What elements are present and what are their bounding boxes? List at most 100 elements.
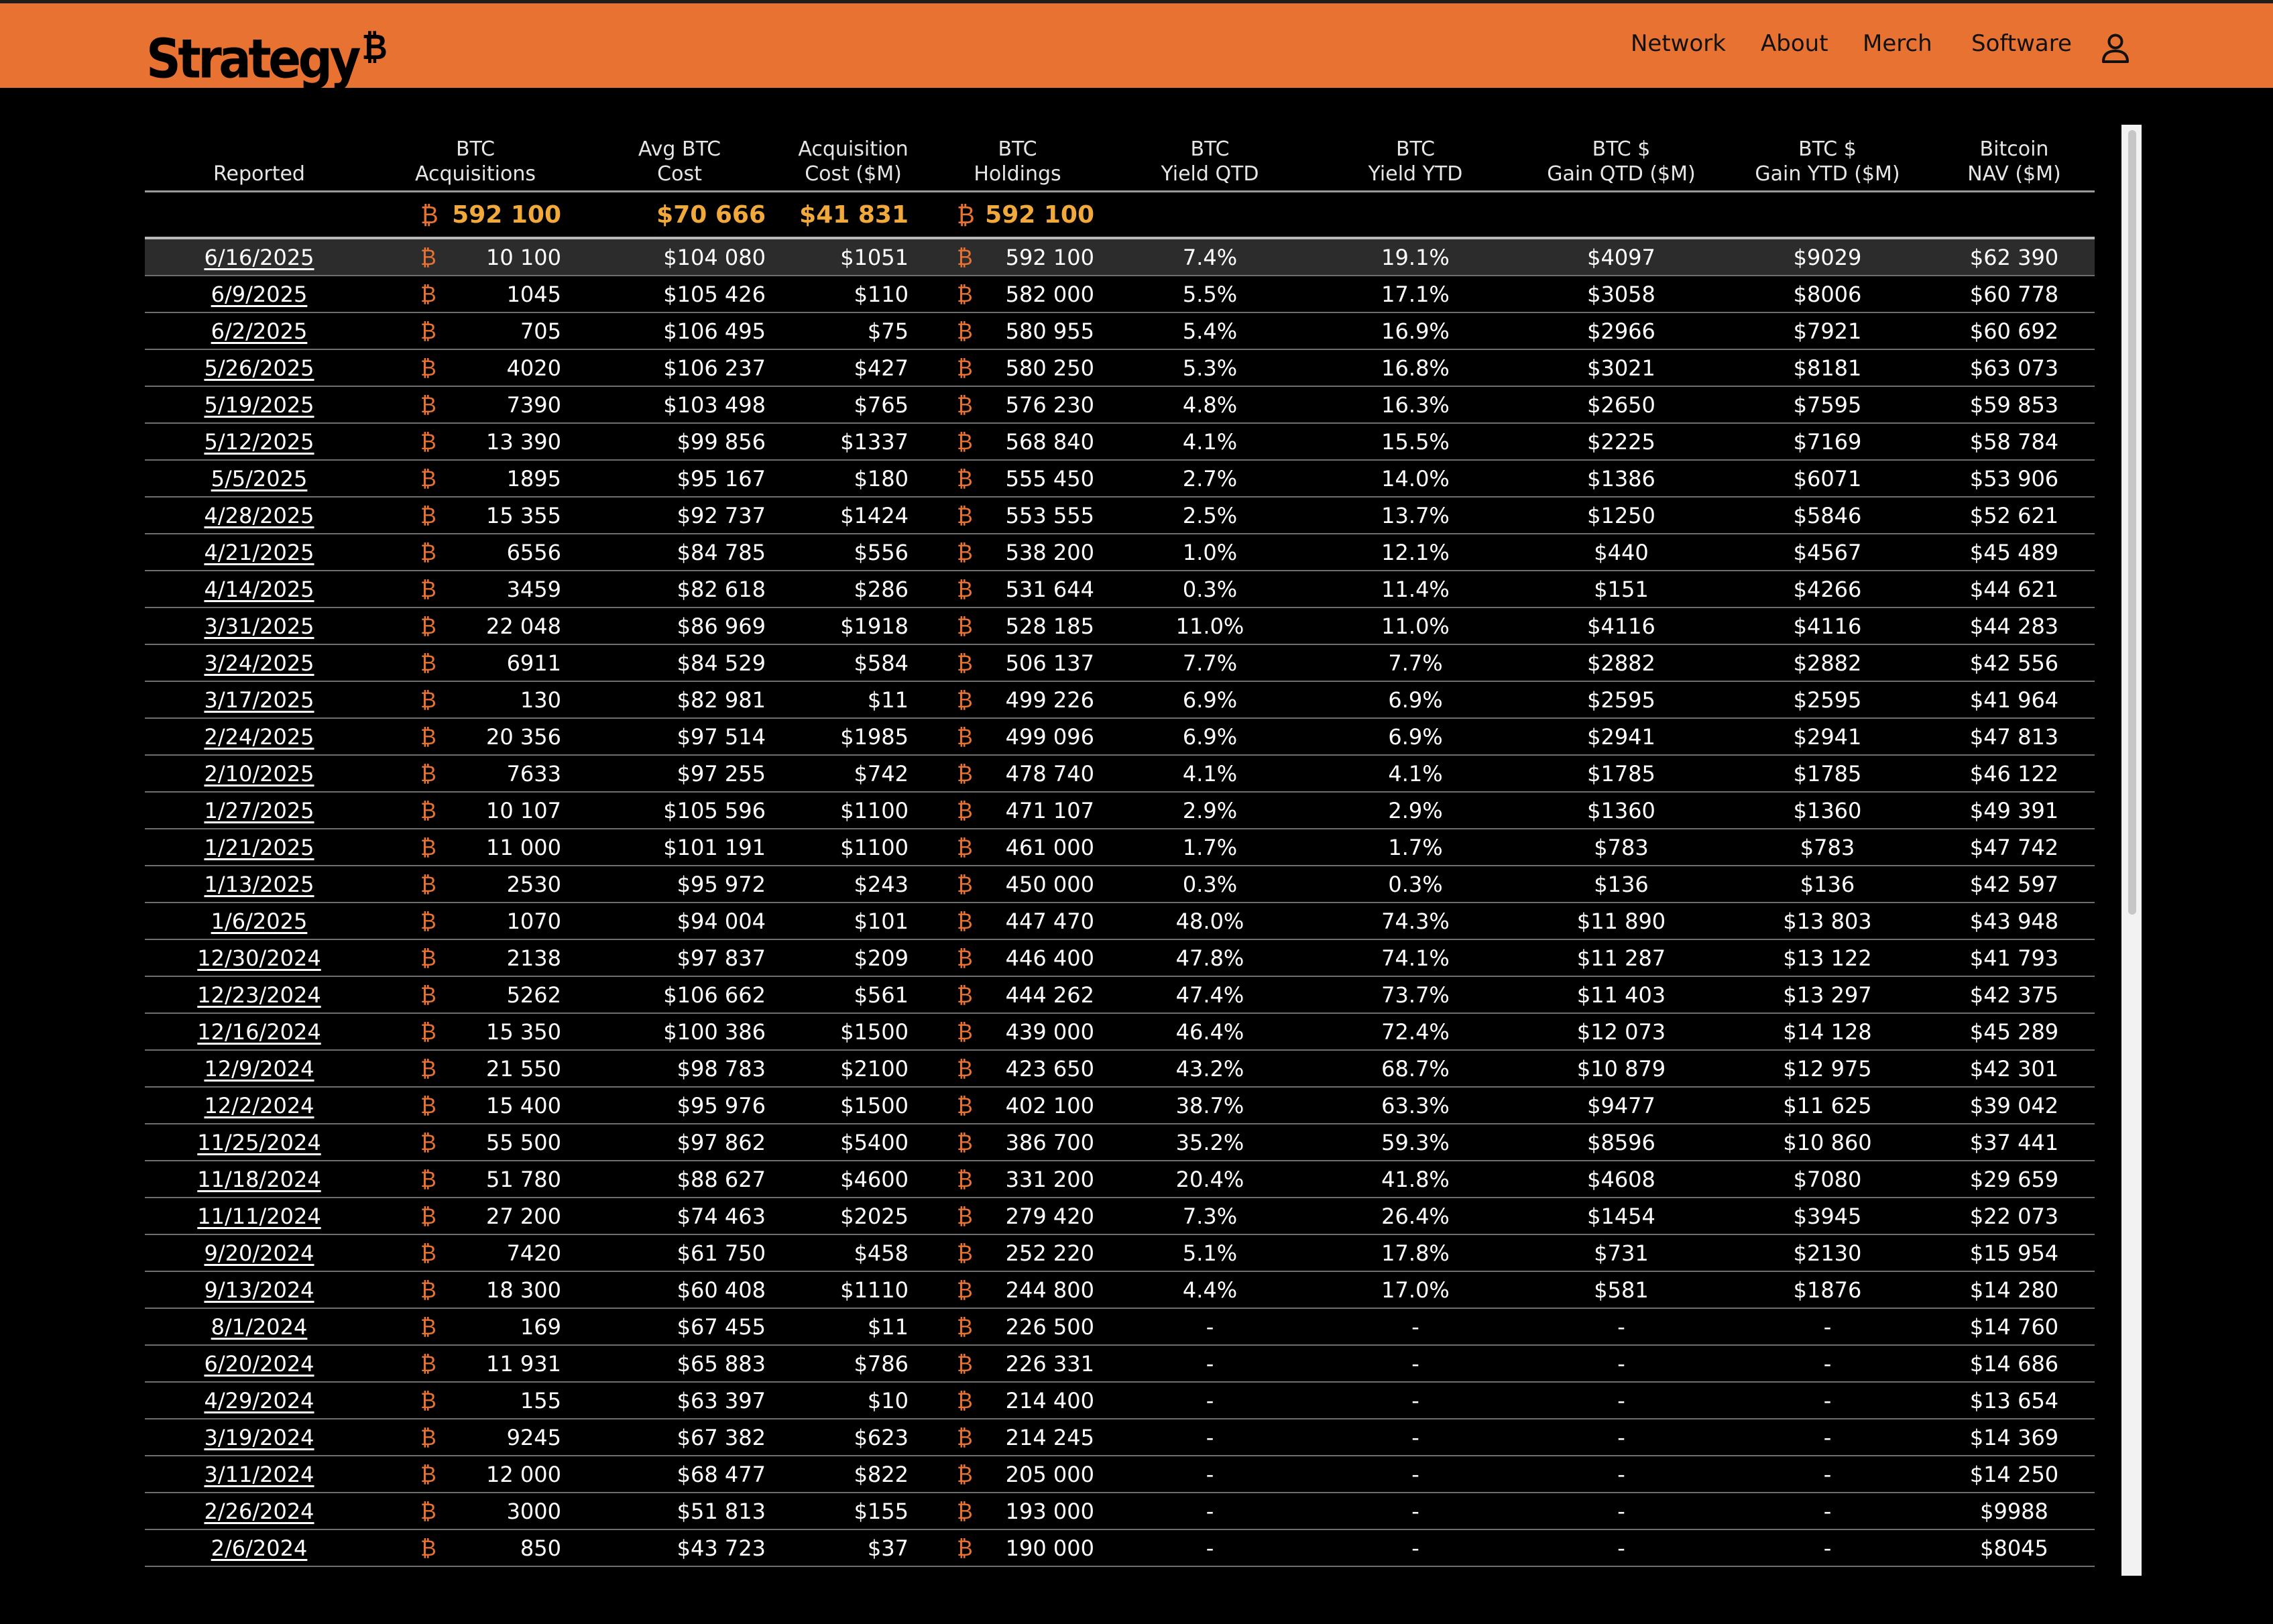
table-row[interactable]: 5/19/2025 ₿ 7390 $103 498 $765 ₿ 576 230 4.8% 16… [145, 386, 2095, 424]
nav-merch[interactable]: Merch [1863, 30, 1932, 57]
reported-date-link[interactable]: 9/13/2024 [204, 1277, 314, 1303]
table-row[interactable]: 8/1/2024 ₿ 169 $67 455 $11 ₿ 226 500- - - - $14 76… [145, 1308, 2095, 1346]
reported-date-link[interactable]: 1/6/2025 [211, 909, 308, 934]
acquisitions-cell: ₿ 2530 [373, 866, 577, 903]
gain-ytd-cell: $13 297 [1721, 976, 1934, 1014]
table-row[interactable]: 1/13/2025 ₿ 2530 $95 972 $243 ₿ 450 000 0.3% 0.3… [145, 866, 2095, 903]
yield-qtd-cell: 4.1% [1110, 755, 1309, 793]
reported-date-cell: 8/1/2024 [145, 1308, 373, 1346]
holdings-cell: ₿ 580 250 [925, 349, 1110, 387]
table-row[interactable]: 3/17/2025 ₿ 130 $82 981 $11 ₿ 499 226 6.9% 6.9% $… [145, 681, 2095, 719]
reported-date-cell: 2/6/2024 [145, 1529, 373, 1567]
reported-date-link[interactable]: 3/19/2024 [204, 1425, 314, 1450]
table-row[interactable]: 4/14/2025 ₿ 3459 $82 618 $286 ₿ 531 644 0.3% 11.… [145, 571, 2095, 608]
table-row[interactable]: 5/26/2025 ₿ 4020 $106 237 $427 ₿ 580 250 5.3% 16… [145, 349, 2095, 387]
table-row[interactable]: 2/6/2024 ₿ 850 $43 723 $37 ₿ 190 000- - - - $8045 [145, 1529, 2095, 1567]
reported-date-link[interactable]: 2/10/2025 [204, 761, 314, 787]
table-row[interactable]: 4/29/2024 ₿ 155 $63 397 $10 ₿ 214 400- - - - $13 6… [145, 1382, 2095, 1419]
table-row[interactable]: 6/9/2025 ₿ 1045 $105 426 $110 ₿ 582 000 5.5% 17.… [145, 276, 2095, 313]
table-row[interactable]: 12/23/2024 ₿ 5262 $106 662 $561 ₿ 444 262 47.4%… [145, 976, 2095, 1014]
reported-date-link[interactable]: 4/21/2025 [204, 540, 314, 565]
reported-date-link[interactable]: 6/20/2024 [204, 1351, 314, 1377]
reported-date-link[interactable]: 5/26/2025 [204, 355, 314, 381]
scrollbar-thumb[interactable] [2128, 130, 2136, 915]
table-row[interactable]: 2/24/2025 ₿ 20 356 $97 514 $1985 ₿ 499 096 6.9%… [145, 718, 2095, 756]
acq-cost-cell: $10 [782, 1382, 925, 1419]
bitcoin-purchases-table-container[interactable]: Reported BTC Acquisitions Avg BTC Cost Acquis… [145, 122, 2095, 1576]
reported-date-link[interactable]: 6/2/2025 [211, 318, 308, 344]
reported-date-link[interactable]: 12/2/2024 [204, 1093, 314, 1118]
nav-cell: $60 692 [1934, 312, 2095, 350]
table-row[interactable]: 12/16/2024 ₿ 15 350 $100 386 $1500 ₿ 439 000 46… [145, 1013, 2095, 1051]
table-row[interactable]: 12/2/2024 ₿ 15 400 $95 976 $1500 ₿ 402 100 38.7… [145, 1087, 2095, 1124]
reported-date-link[interactable]: 2/24/2025 [204, 724, 314, 750]
table-row[interactable]: 3/31/2025 ₿ 22 048 $86 969 $1918 ₿ 528 185 11.0… [145, 607, 2095, 645]
acquisitions-cell: ₿ 15 355 [373, 497, 577, 534]
nav-software[interactable]: Software [1971, 30, 2072, 57]
table-row[interactable]: 6/20/2024 ₿ 11 931 $65 883 $786 ₿ 226 331- - - - $… [145, 1345, 2095, 1383]
gain-ytd-cell: $1360 [1721, 792, 1934, 829]
reported-date-link[interactable]: 5/19/2025 [204, 392, 314, 418]
reported-date-link[interactable]: 2/26/2024 [204, 1499, 314, 1524]
table-row[interactable]: 3/19/2024 ₿ 9245 $67 382 $623 ₿ 214 245- - - - $14… [145, 1419, 2095, 1456]
bitcoin-symbol-icon: ₿ [957, 760, 973, 787]
reported-date-link[interactable]: 3/11/2024 [204, 1462, 314, 1487]
reported-date-link[interactable]: 4/29/2024 [204, 1388, 314, 1413]
reported-date-link[interactable]: 6/16/2025 [204, 245, 314, 270]
table-row[interactable]: 9/20/2024 ₿ 7420 $61 750 $458 ₿ 252 220 5.1% 17.… [145, 1234, 2095, 1272]
nav-about[interactable]: About [1761, 30, 1828, 57]
column-header-btc-gain-ytd: BTC $ Gain YTD ($M) [1721, 122, 1934, 192]
avg-cost-cell: $63 397 [577, 1382, 782, 1419]
table-row[interactable]: 1/6/2025 ₿ 1070 $94 004 $101 ₿ 447 470 48.0% 74.… [145, 903, 2095, 940]
reported-date-link[interactable]: 3/31/2025 [204, 614, 314, 639]
table-row[interactable]: 12/9/2024 ₿ 21 550 $98 783 $2100 ₿ 423 650 43.2… [145, 1050, 2095, 1088]
reported-date-link[interactable]: 2/6/2024 [211, 1535, 308, 1561]
table-row[interactable]: 3/11/2024 ₿ 12 000 $68 477 $822 ₿ 205 000- - - - $… [145, 1456, 2095, 1493]
table-row[interactable]: 12/30/2024 ₿ 2138 $97 837 $209 ₿ 446 400 47.8% 7… [145, 939, 2095, 977]
reported-date-link[interactable]: 4/28/2025 [204, 503, 314, 528]
table-row[interactable]: 4/28/2025 ₿ 15 355 $92 737 $1424 ₿ 553 555 2.5%… [145, 497, 2095, 534]
reported-date-link[interactable]: 12/23/2024 [197, 982, 320, 1008]
table-row[interactable]: 1/27/2025 ₿ 10 107 $105 596 $1100 ₿ 471 107 2.9… [145, 792, 2095, 829]
table-row[interactable]: 11/11/2024 ₿ 27 200 $74 463 $2025 ₿ 279 420 7.3… [145, 1198, 2095, 1235]
reported-date-link[interactable]: 6/9/2025 [211, 282, 308, 307]
reported-date-link[interactable]: 4/14/2025 [204, 577, 314, 602]
gain-qtd-cell: $12 073 [1521, 1013, 1721, 1051]
gain-ytd-cell: $2595 [1721, 681, 1934, 719]
table-row[interactable]: 1/21/2025 ₿ 11 000 $101 191 $1100 ₿ 461 000 1.7… [145, 829, 2095, 866]
table-row[interactable]: 5/12/2025 ₿ 13 390 $99 856 $1337 ₿ 568 840 4.1%… [145, 423, 2095, 461]
reported-date-link[interactable]: 9/20/2024 [204, 1240, 314, 1266]
bitcoin-symbol-icon: ₿ [957, 1092, 973, 1118]
reported-date-link[interactable]: 11/25/2024 [197, 1130, 320, 1155]
user-icon[interactable] [2101, 33, 2130, 64]
table-row[interactable]: 9/13/2024 ₿ 18 300 $60 408 $1110 ₿ 244 800 4.4%… [145, 1271, 2095, 1309]
table-row[interactable]: 4/21/2025 ₿ 6556 $84 785 $556 ₿ 538 200 1.0% 12.… [145, 534, 2095, 571]
table-row[interactable]: 5/5/2025 ₿ 1895 $95 167 $180 ₿ 555 450 2.7% 14.0… [145, 460, 2095, 498]
table-row[interactable]: 3/24/2025 ₿ 6911 $84 529 $584 ₿ 506 137 7.7% 7.7… [145, 644, 2095, 682]
yield-qtd-cell: - [1110, 1382, 1309, 1419]
table-row[interactable]: 6/2/2025 ₿ 705 $106 495 $75 ₿ 580 955 5.4% 16.9%… [145, 312, 2095, 350]
reported-date-link[interactable]: 12/30/2024 [197, 945, 320, 971]
table-row[interactable]: 11/18/2024 ₿ 51 780 $88 627 $4600 ₿ 331 200 20.… [145, 1161, 2095, 1198]
reported-date-link[interactable]: 11/18/2024 [197, 1167, 320, 1192]
reported-date-link[interactable]: 1/27/2025 [204, 798, 314, 823]
reported-date-link[interactable]: 1/21/2025 [204, 835, 314, 860]
reported-date-link[interactable]: 8/1/2024 [211, 1314, 308, 1340]
reported-date-link[interactable]: 3/24/2025 [204, 650, 314, 676]
table-row[interactable]: 6/16/2025 ₿ 10 100 $104 080 $1051 ₿ 592 100 7.4… [145, 238, 2095, 276]
reported-date-link[interactable]: 1/13/2025 [204, 872, 314, 897]
reported-date-link[interactable]: 5/12/2025 [204, 429, 314, 455]
gain-qtd-cell: $3058 [1521, 276, 1721, 313]
reported-date-link[interactable]: 3/17/2025 [204, 687, 314, 713]
reported-date-link[interactable]: 12/16/2024 [197, 1019, 320, 1045]
reported-date-link[interactable]: 12/9/2024 [204, 1056, 314, 1082]
table-scrollbar[interactable] [2121, 125, 2142, 1576]
table-row[interactable]: 2/26/2024 ₿ 3000 $51 813 $155 ₿ 193 000- - - - $99… [145, 1493, 2095, 1530]
table-row[interactable]: 2/10/2025 ₿ 7633 $97 255 $742 ₿ 478 740 4.1% 4.1… [145, 755, 2095, 793]
acq-cost-cell: $2025 [782, 1198, 925, 1235]
reported-date-link[interactable]: 11/11/2024 [197, 1204, 320, 1229]
table-row[interactable]: 11/25/2024 ₿ 55 500 $97 862 $5400 ₿ 386 700 35.… [145, 1124, 2095, 1161]
strategy-logo[interactable]: Strategy ₿ [146, 14, 388, 93]
reported-date-link[interactable]: 5/5/2025 [211, 466, 308, 491]
nav-network[interactable]: Network [1631, 30, 1726, 57]
